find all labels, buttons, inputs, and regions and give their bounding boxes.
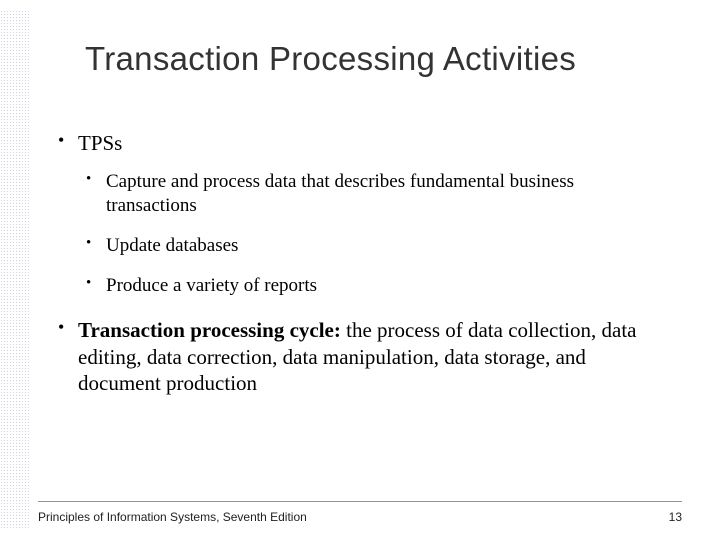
bullet-text: TPSs <box>78 130 680 156</box>
bullet-text: Transaction processing cycle: the proces… <box>78 317 680 396</box>
slide: Transaction Processing Activities TPSs C… <box>0 0 720 540</box>
list-item: TPSs Capture and process data that descr… <box>50 130 680 297</box>
list-item: Produce a variety of reports <box>78 274 680 298</box>
footer-text: Principles of Information Systems, Seven… <box>38 510 307 524</box>
page-number: 13 <box>669 510 682 524</box>
bullet-text: Capture and process data that describes … <box>106 170 680 218</box>
list-item: Transaction processing cycle: the proces… <box>50 317 680 396</box>
list-item: Capture and process data that describes … <box>78 170 680 218</box>
sub-bullet-list: Capture and process data that describes … <box>78 170 680 297</box>
sidebar-ornament <box>0 10 30 530</box>
bold-lead: Transaction processing cycle: <box>78 318 341 342</box>
bullet-list: TPSs Capture and process data that descr… <box>50 130 680 396</box>
slide-title: Transaction Processing Activities <box>85 40 680 78</box>
footer-divider <box>38 501 682 502</box>
bullet-text: Produce a variety of reports <box>106 274 680 298</box>
slide-content: TPSs Capture and process data that descr… <box>50 130 680 416</box>
bullet-text: Update databases <box>106 234 680 258</box>
list-item: Update databases <box>78 234 680 258</box>
